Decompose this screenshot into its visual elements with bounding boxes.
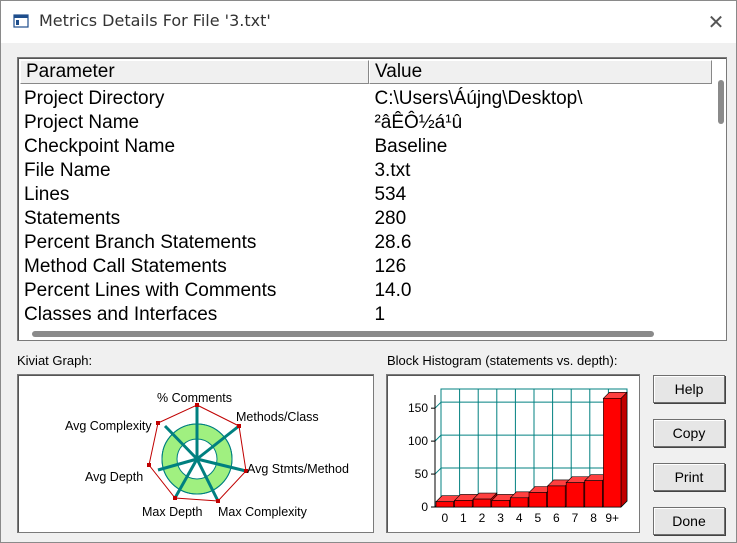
app-window-icon bbox=[13, 14, 29, 28]
histogram-y-tick: 50 bbox=[415, 467, 429, 481]
histogram-x-tick: 5 bbox=[534, 511, 541, 525]
table-header: Parameter Value bbox=[20, 60, 712, 84]
table-row[interactable]: Method Call Statements 126 bbox=[24, 255, 704, 279]
kiviat-axis-max-complexity: Max Complexity bbox=[218, 505, 308, 519]
kiviat-graph-label: Kiviat Graph: bbox=[17, 353, 93, 368]
histogram-x-tick: 6 bbox=[553, 511, 560, 525]
table-row[interactable]: File Name 3.txt bbox=[24, 159, 704, 183]
histogram-x-tick: 1 bbox=[460, 511, 467, 525]
table-row[interactable]: Percent Branch Statements 28.6 bbox=[24, 231, 704, 255]
kiviat-axis-methods-class: Methods/Class bbox=[236, 410, 319, 424]
table-row[interactable]: Project Name ²âÊÔ½á¹û bbox=[24, 111, 704, 135]
histogram-y-tick: 0 bbox=[421, 500, 428, 514]
kiviat-axis-avg-complexity: Avg Complexity bbox=[65, 419, 152, 433]
histogram-y-tick: 150 bbox=[408, 401, 428, 415]
histogram-x-tick: 7 bbox=[572, 511, 579, 525]
copy-button[interactable]: Copy bbox=[653, 419, 725, 447]
histogram-chart: 0501001500 1 2 3 4 5 6 7 8 9+ bbox=[408, 388, 628, 525]
histogram-x-tick: 9+ bbox=[605, 511, 619, 525]
value-cell: 3.txt bbox=[374, 160, 411, 181]
table-row[interactable]: Percent Lines with Comments 14.0 bbox=[24, 279, 704, 303]
histogram-y-tick: 100 bbox=[408, 434, 428, 448]
horizontal-scrollbar-thumb[interactable] bbox=[32, 331, 654, 337]
histogram-bar bbox=[602, 391, 628, 508]
kiviat-axis-avg-depth: Avg Depth bbox=[85, 470, 143, 484]
parameter-cell: Lines bbox=[24, 184, 70, 205]
parameter-cell: File Name bbox=[24, 160, 111, 181]
histogram-x-tick: 8 bbox=[590, 511, 597, 525]
print-button[interactable]: Print bbox=[653, 463, 725, 491]
parameter-cell: Statements bbox=[24, 208, 121, 229]
block-histogram-label: Block Histogram (statements vs. depth): bbox=[387, 353, 618, 368]
parameter-cell: Percent Lines with Comments bbox=[24, 280, 277, 301]
histogram-x-tick: 0 bbox=[441, 511, 448, 525]
value-cell: 14.0 bbox=[374, 280, 412, 301]
histogram-x-tick: 3 bbox=[497, 511, 504, 525]
table-row[interactable]: Statements 280 bbox=[24, 207, 704, 231]
kiviat-axis-avg-stmts-method: Avg Stmts/Method bbox=[247, 462, 349, 476]
kiviat-axis-max-depth: Max Depth bbox=[142, 505, 202, 519]
value-cell: C:\Users\Áújng\Desktop\ bbox=[374, 88, 583, 109]
parameter-cell: Classes and Interfaces bbox=[24, 304, 218, 325]
parameter-cell: Project Directory bbox=[24, 88, 165, 109]
done-button[interactable]: Done bbox=[653, 507, 725, 535]
metrics-details-window: Metrics Details For File '3.txt' ✕ Param… bbox=[0, 0, 737, 543]
column-header-parameter[interactable]: Parameter bbox=[20, 60, 369, 84]
window-title: Metrics Details For File '3.txt' bbox=[39, 11, 271, 30]
parameter-cell: Method Call Statements bbox=[24, 256, 227, 277]
table-row[interactable]: Project Directory C:\Users\Áújng\Desktop\ bbox=[24, 87, 704, 111]
value-cell: ²âÊÔ½á¹û bbox=[374, 112, 463, 133]
block-histogram: 0 50 100 150 0 1 2 3 4 5 6 7 8 9+ bbox=[386, 374, 640, 533]
value-cell: 28.6 bbox=[374, 232, 412, 253]
parameter-cell: Percent Branch Statements bbox=[24, 232, 257, 253]
metrics-table[interactable]: Parameter Value Project Directory C:\User… bbox=[17, 57, 727, 341]
vertical-scrollbar-thumb[interactable] bbox=[718, 80, 724, 124]
table-row[interactable]: Lines 534 bbox=[24, 183, 704, 207]
histogram-x-tick: 4 bbox=[516, 511, 523, 525]
value-cell: Baseline bbox=[374, 136, 448, 157]
column-header-value[interactable]: Value bbox=[369, 60, 712, 84]
table-row[interactable]: Checkpoint Name Baseline bbox=[24, 135, 704, 159]
help-button[interactable]: Help bbox=[653, 375, 725, 403]
kiviat-axis-comments: % Comments bbox=[157, 391, 232, 405]
value-cell: 534 bbox=[374, 184, 407, 205]
value-cell: 280 bbox=[374, 208, 407, 229]
value-cell: 1 bbox=[374, 304, 386, 325]
close-icon[interactable]: ✕ bbox=[696, 1, 736, 43]
title-bar: Metrics Details For File '3.txt' ✕ bbox=[1, 1, 736, 43]
kiviat-chart: % Comments Methods/Class Avg Stmts/Metho… bbox=[65, 391, 349, 519]
parameter-cell: Checkpoint Name bbox=[24, 136, 176, 157]
histogram-x-tick: 2 bbox=[479, 511, 486, 525]
kiviat-graph: % Comments Methods/Class Avg Stmts/Metho… bbox=[17, 374, 374, 533]
table-row[interactable]: Classes and Interfaces 1 bbox=[24, 303, 704, 327]
table-body: Project Directory C:\Users\Áújng\Desktop\… bbox=[24, 87, 704, 327]
value-cell: 126 bbox=[374, 256, 407, 277]
parameter-cell: Project Name bbox=[24, 112, 140, 133]
